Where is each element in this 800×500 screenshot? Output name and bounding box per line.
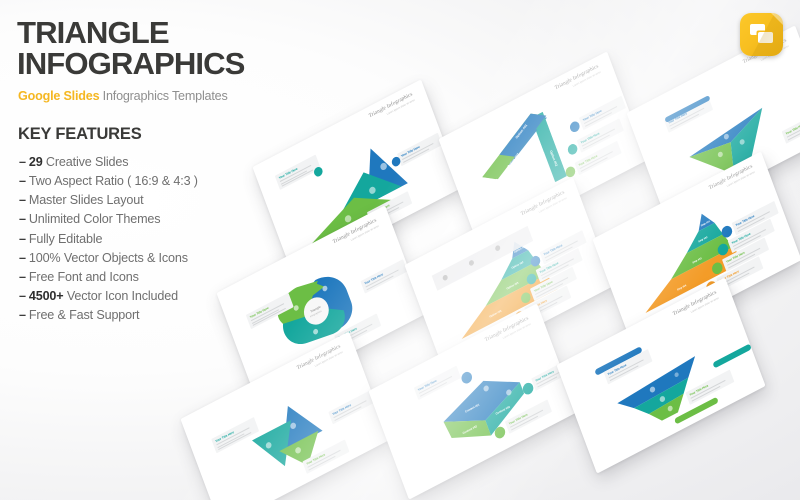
feature-text: 100% Vector Objects & Icons xyxy=(28,250,188,265)
list-item: – Two Aspect Ratio ( 16:9 & 4:3 ) xyxy=(19,172,287,191)
google-slides-icon[interactable] xyxy=(740,13,783,56)
bullet-dash: – xyxy=(19,231,26,246)
list-item: – Fully Editable xyxy=(19,230,287,249)
feature-text: Vector Icon Included xyxy=(63,288,178,303)
page-subtitle: Google Slides Infographics Templates xyxy=(18,89,287,103)
list-item: – Free & Fast Support xyxy=(19,306,287,325)
page-title: TRIANGLE INFOGRAPHICS xyxy=(17,16,245,81)
poster-stage: Triangle Infographics Lorem ipsum dolor … xyxy=(0,0,800,500)
poster-text-block: TRIANGLE INFOGRAPHICS Google Slides Info… xyxy=(17,18,287,325)
bullet-dash: – xyxy=(19,269,26,284)
bullet-dash: – xyxy=(19,155,26,169)
feature-text: Master Slides Layout xyxy=(28,193,144,208)
bullet-dash: – xyxy=(19,174,26,189)
list-item: –4500+ Vector Icon Included xyxy=(19,287,287,306)
feature-list: –29 Creative Slides – Two Aspect Ratio ( … xyxy=(19,153,287,325)
bullet-dash: – xyxy=(19,212,26,227)
bullet-dash: – xyxy=(19,193,26,208)
feature-text: Creative Slides xyxy=(42,155,129,169)
brand-name: Google Slides xyxy=(18,89,100,103)
list-item: – Unlimited Color Themes xyxy=(19,210,287,229)
list-item: –29 Creative Slides xyxy=(19,153,287,172)
list-item: –100% Vector Objects & Icons xyxy=(19,249,287,268)
bullet-dash: – xyxy=(19,288,26,303)
list-item: – Master Slides Layout xyxy=(19,191,287,210)
bullet-dash: – xyxy=(19,250,26,265)
feature-strong: 29 xyxy=(28,155,43,169)
subtitle-rest: Infographics Templates xyxy=(99,89,228,103)
feature-text: Fully Editable xyxy=(28,231,103,246)
feature-text: Free Font and Icons xyxy=(28,269,139,284)
list-item: – Free Font and Icons xyxy=(19,268,287,287)
feature-text: Unlimited Color Themes xyxy=(28,212,161,227)
feature-text: Free & Fast Support xyxy=(28,308,140,323)
key-features-heading: KEY FEATURES xyxy=(18,125,142,143)
feature-text: Two Aspect Ratio ( 16:9 & 4:3 ) xyxy=(28,174,198,189)
feature-strong: 4500+ xyxy=(28,288,64,303)
bullet-dash: – xyxy=(19,308,26,323)
